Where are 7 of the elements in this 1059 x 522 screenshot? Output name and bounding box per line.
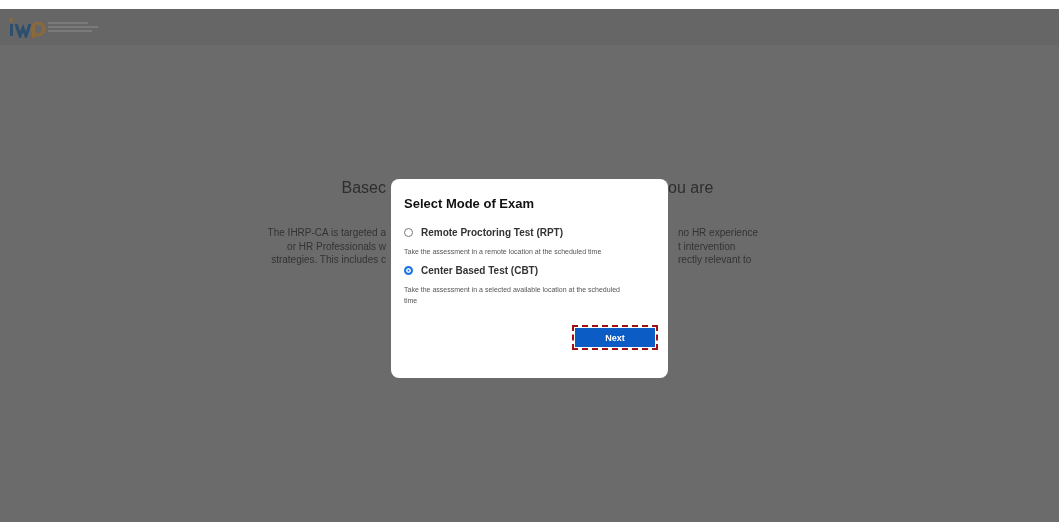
page-heading: ou are: [668, 179, 714, 197]
next-button[interactable]: Next: [575, 328, 655, 347]
radio-option[interactable]: Center Based Test (CBT): [404, 265, 539, 276]
radio-button[interactable]: [404, 266, 413, 275]
radio-option[interactable]: Remote Proctoring Test (RPT): [404, 227, 564, 238]
dialog-title: Select Mode of Exam: [404, 196, 536, 211]
page-heading: Basec: [341, 179, 386, 197]
